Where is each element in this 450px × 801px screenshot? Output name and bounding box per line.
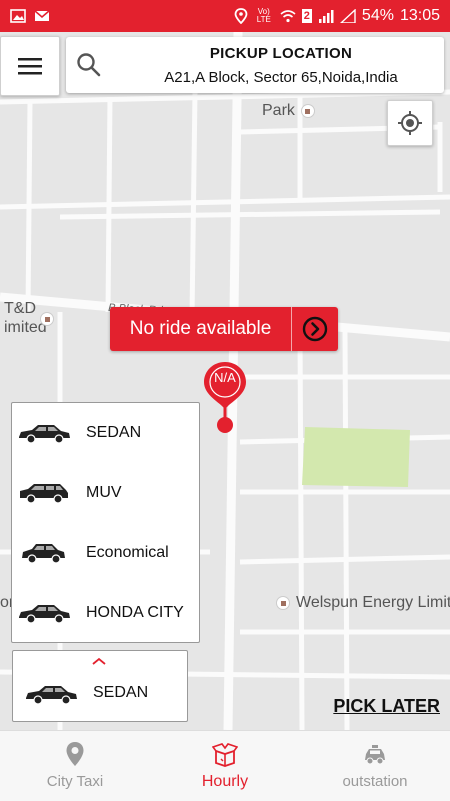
network-type: Vo) LTE — [256, 7, 271, 24]
poi-label: Welspun Energy Limit — [296, 594, 450, 611]
poi-marker-icon — [276, 596, 290, 610]
pickup-location-card[interactable]: PICKUP LOCATION A21,A Block, Sector 65,N… — [66, 37, 444, 93]
tab-label: Hourly — [201, 773, 249, 790]
pin-label: N/A — [214, 370, 236, 385]
poi-park[interactable]: Park — [262, 102, 315, 120]
tab-outstation[interactable]: outstation — [300, 731, 450, 801]
tab-label: City Taxi — [46, 773, 104, 790]
car-option-muv[interactable]: MUV — [12, 463, 199, 523]
no-ride-banner[interactable]: No ride available — [110, 307, 338, 351]
hamburger-icon — [18, 58, 42, 75]
tab-label: outstation — [342, 773, 408, 790]
car-option-economical[interactable]: Economical — [12, 523, 199, 583]
sedan-car-icon — [19, 425, 70, 444]
pick-later-button[interactable]: PICK LATER — [333, 696, 440, 717]
poi-marker-icon — [300, 104, 315, 118]
car-option-label: SEDAN — [86, 424, 142, 441]
bottom-nav: City Taxi Hourly outstation — [0, 730, 450, 801]
poi-marker-icon — [40, 312, 54, 326]
proceed-button[interactable] — [292, 307, 338, 351]
location-pin-icon — [66, 742, 84, 766]
no-ride-text: No ride available — [129, 318, 272, 339]
package-box-icon — [212, 743, 238, 767]
muv-car-icon — [20, 484, 68, 504]
pickup-address[interactable]: A21,A Block, Sector 65,Noida,India — [126, 69, 436, 86]
clock: 13:05 — [399, 7, 440, 24]
hatchback-car-icon — [22, 544, 65, 564]
car-option-honda-city[interactable]: HONDA CITY — [12, 583, 199, 643]
car-option-label: Economical — [86, 544, 169, 561]
crosshair-icon — [398, 111, 422, 135]
car-option-sedan[interactable]: SEDAN — [12, 403, 199, 463]
gallery-icon — [10, 9, 26, 23]
signal-icon — [318, 10, 334, 23]
car-option-label: MUV — [86, 484, 122, 501]
poi-welspun[interactable]: Welspun Energy Limit — [276, 594, 450, 612]
sim-slot-badge: 2 — [301, 9, 312, 23]
sedan-car-icon — [19, 605, 70, 624]
tab-hourly[interactable]: Hourly — [150, 731, 300, 801]
battery-percent: 54% — [361, 7, 394, 24]
poi-label: T&D — [4, 300, 36, 317]
my-location-button[interactable] — [387, 100, 433, 146]
selected-car-card[interactable]: SEDAN — [12, 650, 188, 722]
selected-car-label: SEDAN — [93, 684, 149, 701]
chevron-right-circle-icon — [302, 316, 328, 342]
location-status-icon — [234, 8, 248, 24]
search-icon[interactable] — [76, 52, 102, 78]
pickup-title: PICKUP LOCATION — [209, 45, 353, 62]
poi-label: Park — [262, 102, 295, 119]
menu-button[interactable] — [0, 36, 60, 96]
car-type-list: SEDAN MUV Economical HONDA CITY — [11, 402, 200, 643]
sedan-car-icon — [26, 686, 77, 705]
pickup-pin[interactable]: N/A — [203, 361, 247, 436]
status-bar: Vo) LTE 2 54% 13:05 — [0, 0, 450, 32]
chevron-up-icon[interactable] — [91, 657, 107, 665]
wifi-icon — [280, 10, 296, 23]
signal-icon-2 — [339, 9, 356, 23]
taxi-icon — [365, 745, 385, 765]
gmail-icon — [34, 10, 50, 21]
divider — [291, 307, 292, 351]
tab-city-taxi[interactable]: City Taxi — [0, 731, 150, 801]
car-option-label: HONDA CITY — [86, 604, 184, 621]
